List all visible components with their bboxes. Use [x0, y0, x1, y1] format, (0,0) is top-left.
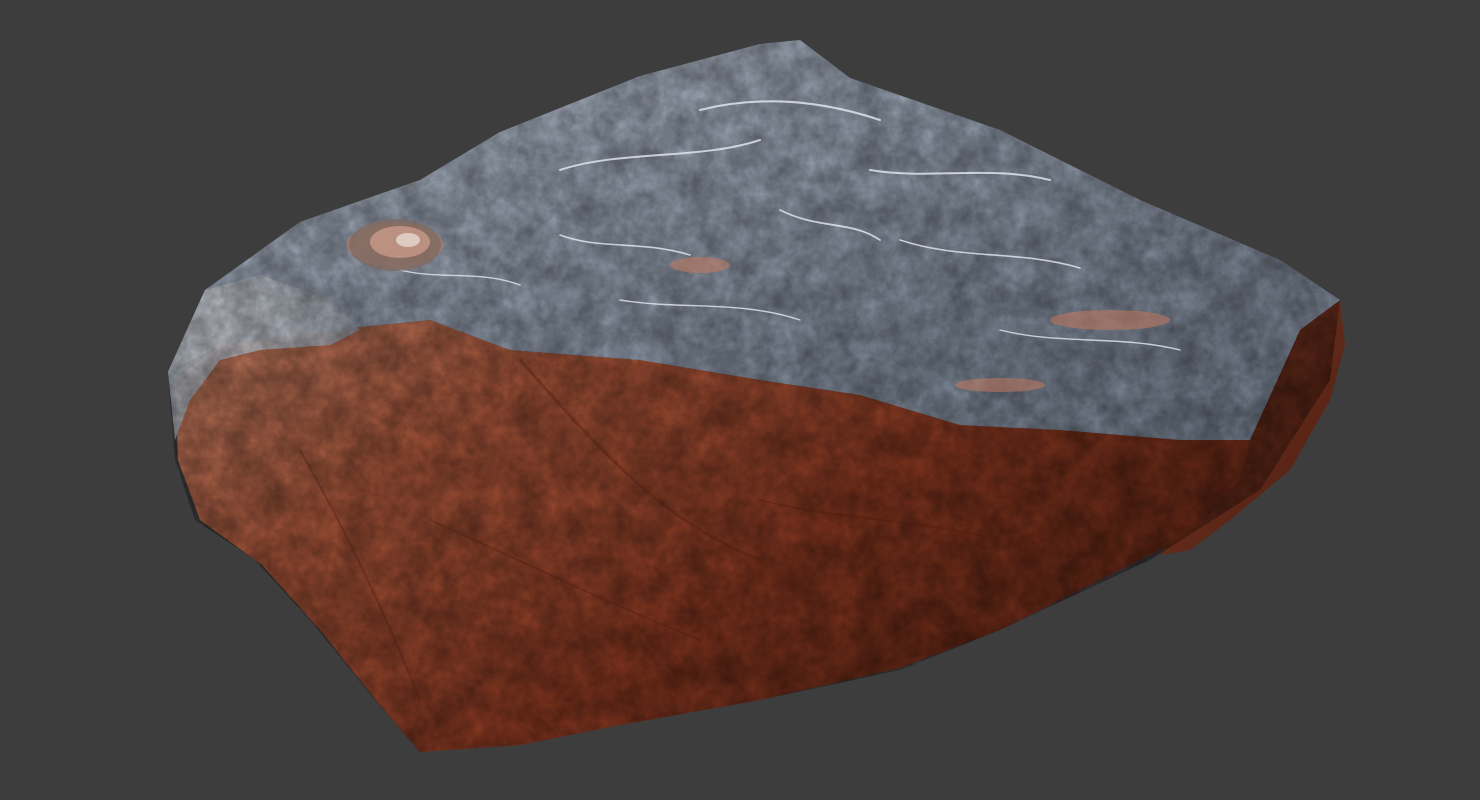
top-crater — [349, 219, 441, 271]
3d-viewport[interactable] — [0, 0, 1480, 800]
rock-render — [168, 40, 1345, 752]
